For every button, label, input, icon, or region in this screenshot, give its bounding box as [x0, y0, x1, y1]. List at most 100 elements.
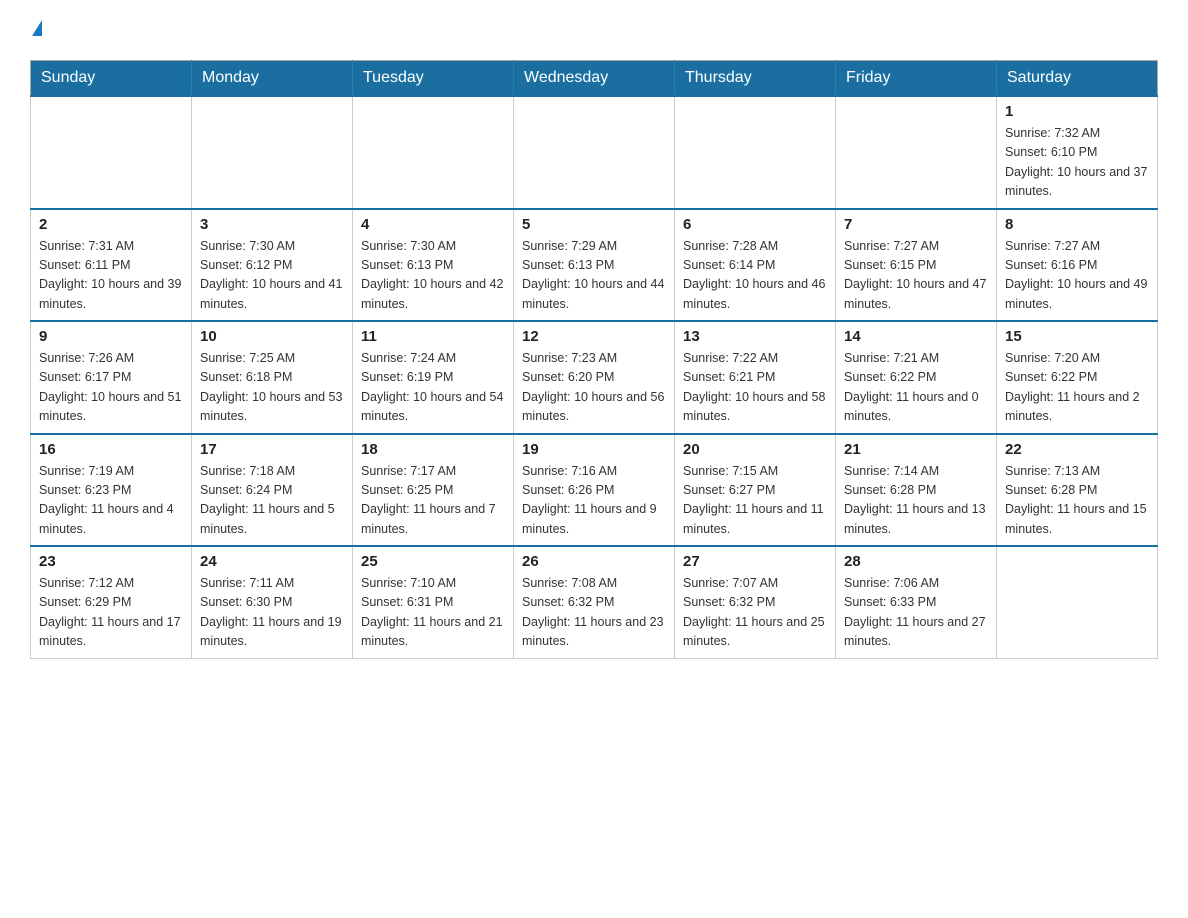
day-number: 11 — [361, 328, 505, 345]
day-info: Sunrise: 7:18 AM Sunset: 6:24 PM Dayligh… — [200, 462, 344, 540]
day-number: 28 — [844, 553, 988, 570]
day-number: 6 — [683, 216, 827, 233]
day-number: 20 — [683, 441, 827, 458]
day-info: Sunrise: 7:12 AM Sunset: 6:29 PM Dayligh… — [39, 574, 183, 652]
calendar-week-row: 9 Sunrise: 7:26 AM Sunset: 6:17 PM Daylig… — [31, 321, 1158, 434]
calendar-cell: 3 Sunrise: 7:30 AM Sunset: 6:12 PM Daylig… — [192, 209, 353, 322]
calendar-cell: 25 Sunrise: 7:10 AM Sunset: 6:31 PM Dayli… — [353, 546, 514, 658]
calendar-week-row: 1 Sunrise: 7:32 AM Sunset: 6:10 PM Daylig… — [31, 96, 1158, 209]
day-info: Sunrise: 7:23 AM Sunset: 6:20 PM Dayligh… — [522, 349, 666, 427]
day-number: 9 — [39, 328, 183, 345]
day-number: 3 — [200, 216, 344, 233]
calendar-header: SundayMondayTuesdayWednesdayThursdayFrid… — [31, 61, 1158, 97]
calendar-cell: 1 Sunrise: 7:32 AM Sunset: 6:10 PM Daylig… — [997, 96, 1158, 209]
weekday-header-thursday: Thursday — [675, 61, 836, 97]
day-number: 14 — [844, 328, 988, 345]
calendar-cell: 24 Sunrise: 7:11 AM Sunset: 6:30 PM Dayli… — [192, 546, 353, 658]
calendar-cell — [836, 96, 997, 209]
calendar-cell: 10 Sunrise: 7:25 AM Sunset: 6:18 PM Dayli… — [192, 321, 353, 434]
calendar-cell: 9 Sunrise: 7:26 AM Sunset: 6:17 PM Daylig… — [31, 321, 192, 434]
page-header — [30, 20, 1158, 40]
calendar-cell: 20 Sunrise: 7:15 AM Sunset: 6:27 PM Dayli… — [675, 434, 836, 547]
day-info: Sunrise: 7:22 AM Sunset: 6:21 PM Dayligh… — [683, 349, 827, 427]
calendar-cell: 23 Sunrise: 7:12 AM Sunset: 6:29 PM Dayli… — [31, 546, 192, 658]
calendar-cell: 16 Sunrise: 7:19 AM Sunset: 6:23 PM Dayli… — [31, 434, 192, 547]
day-number: 2 — [39, 216, 183, 233]
day-number: 21 — [844, 441, 988, 458]
weekday-header-saturday: Saturday — [997, 61, 1158, 97]
day-info: Sunrise: 7:19 AM Sunset: 6:23 PM Dayligh… — [39, 462, 183, 540]
calendar-cell: 5Sunrise: 7:29 AM Sunset: 6:13 PM Daylig… — [514, 209, 675, 322]
day-info: Sunrise: 7:13 AM Sunset: 6:28 PM Dayligh… — [1005, 462, 1149, 540]
weekday-header-wednesday: Wednesday — [514, 61, 675, 97]
day-number: 16 — [39, 441, 183, 458]
calendar-cell: 28 Sunrise: 7:06 AM Sunset: 6:33 PM Dayli… — [836, 546, 997, 658]
day-info: Sunrise: 7:27 AM Sunset: 6:16 PM Dayligh… — [1005, 237, 1149, 315]
day-info: Sunrise: 7:24 AM Sunset: 6:19 PM Dayligh… — [361, 349, 505, 427]
calendar-cell: 18 Sunrise: 7:17 AM Sunset: 6:25 PM Dayli… — [353, 434, 514, 547]
calendar-cell — [675, 96, 836, 209]
day-number: 8 — [1005, 216, 1149, 233]
day-info: Sunrise: 7:28 AM Sunset: 6:14 PM Dayligh… — [683, 237, 827, 315]
calendar-body: 1 Sunrise: 7:32 AM Sunset: 6:10 PM Daylig… — [31, 96, 1158, 658]
day-number: 7 — [844, 216, 988, 233]
day-info: Sunrise: 7:15 AM Sunset: 6:27 PM Dayligh… — [683, 462, 827, 540]
day-number: 15 — [1005, 328, 1149, 345]
day-info: Sunrise: 7:11 AM Sunset: 6:30 PM Dayligh… — [200, 574, 344, 652]
day-info: Sunrise: 7:17 AM Sunset: 6:25 PM Dayligh… — [361, 462, 505, 540]
calendar-week-row: 23 Sunrise: 7:12 AM Sunset: 6:29 PM Dayli… — [31, 546, 1158, 658]
day-number: 26 — [522, 553, 666, 570]
logo — [30, 20, 42, 40]
calendar-cell: 7 Sunrise: 7:27 AM Sunset: 6:15 PM Daylig… — [836, 209, 997, 322]
calendar-cell — [31, 96, 192, 209]
calendar-cell: 19Sunrise: 7:16 AM Sunset: 6:26 PM Dayli… — [514, 434, 675, 547]
calendar-cell — [514, 96, 675, 209]
calendar-cell: 6 Sunrise: 7:28 AM Sunset: 6:14 PM Daylig… — [675, 209, 836, 322]
day-number: 27 — [683, 553, 827, 570]
day-number: 4 — [361, 216, 505, 233]
day-info: Sunrise: 7:27 AM Sunset: 6:15 PM Dayligh… — [844, 237, 988, 315]
day-number: 24 — [200, 553, 344, 570]
day-info: Sunrise: 7:20 AM Sunset: 6:22 PM Dayligh… — [1005, 349, 1149, 427]
day-number: 23 — [39, 553, 183, 570]
day-info: Sunrise: 7:07 AM Sunset: 6:32 PM Dayligh… — [683, 574, 827, 652]
day-number: 10 — [200, 328, 344, 345]
calendar-cell — [997, 546, 1158, 658]
weekday-header-monday: Monday — [192, 61, 353, 97]
calendar-cell: 11 Sunrise: 7:24 AM Sunset: 6:19 PM Dayli… — [353, 321, 514, 434]
day-info: Sunrise: 7:10 AM Sunset: 6:31 PM Dayligh… — [361, 574, 505, 652]
day-info: Sunrise: 7:06 AM Sunset: 6:33 PM Dayligh… — [844, 574, 988, 652]
day-info: Sunrise: 7:21 AM Sunset: 6:22 PM Dayligh… — [844, 349, 988, 427]
calendar-cell: 4 Sunrise: 7:30 AM Sunset: 6:13 PM Daylig… — [353, 209, 514, 322]
calendar-cell: 2 Sunrise: 7:31 AM Sunset: 6:11 PM Daylig… — [31, 209, 192, 322]
weekday-header-sunday: Sunday — [31, 61, 192, 97]
day-number: 18 — [361, 441, 505, 458]
day-info: Sunrise: 7:26 AM Sunset: 6:17 PM Dayligh… — [39, 349, 183, 427]
calendar-cell: 21Sunrise: 7:14 AM Sunset: 6:28 PM Dayli… — [836, 434, 997, 547]
calendar-cell: 26 Sunrise: 7:08 AM Sunset: 6:32 PM Dayli… — [514, 546, 675, 658]
calendar-cell: 27 Sunrise: 7:07 AM Sunset: 6:32 PM Dayli… — [675, 546, 836, 658]
calendar-cell: 22Sunrise: 7:13 AM Sunset: 6:28 PM Dayli… — [997, 434, 1158, 547]
calendar-table: SundayMondayTuesdayWednesdayThursdayFrid… — [30, 60, 1158, 659]
calendar-cell: 13 Sunrise: 7:22 AM Sunset: 6:21 PM Dayli… — [675, 321, 836, 434]
day-number: 17 — [200, 441, 344, 458]
calendar-cell — [353, 96, 514, 209]
day-info: Sunrise: 7:30 AM Sunset: 6:12 PM Dayligh… — [200, 237, 344, 315]
day-info: Sunrise: 7:25 AM Sunset: 6:18 PM Dayligh… — [200, 349, 344, 427]
day-number: 25 — [361, 553, 505, 570]
calendar-cell: 12Sunrise: 7:23 AM Sunset: 6:20 PM Dayli… — [514, 321, 675, 434]
calendar-cell: 8 Sunrise: 7:27 AM Sunset: 6:16 PM Daylig… — [997, 209, 1158, 322]
day-info: Sunrise: 7:30 AM Sunset: 6:13 PM Dayligh… — [361, 237, 505, 315]
day-info: Sunrise: 7:32 AM Sunset: 6:10 PM Dayligh… — [1005, 124, 1149, 202]
day-number: 1 — [1005, 103, 1149, 120]
calendar-cell: 17 Sunrise: 7:18 AM Sunset: 6:24 PM Dayli… — [192, 434, 353, 547]
day-info: Sunrise: 7:31 AM Sunset: 6:11 PM Dayligh… — [39, 237, 183, 315]
logo-triangle-icon — [32, 20, 42, 36]
calendar-week-row: 2 Sunrise: 7:31 AM Sunset: 6:11 PM Daylig… — [31, 209, 1158, 322]
day-info: Sunrise: 7:08 AM Sunset: 6:32 PM Dayligh… — [522, 574, 666, 652]
calendar-cell: 14 Sunrise: 7:21 AM Sunset: 6:22 PM Dayli… — [836, 321, 997, 434]
calendar-cell: 15 Sunrise: 7:20 AM Sunset: 6:22 PM Dayli… — [997, 321, 1158, 434]
logo-text — [30, 20, 42, 40]
calendar-week-row: 16 Sunrise: 7:19 AM Sunset: 6:23 PM Dayli… — [31, 434, 1158, 547]
day-number: 13 — [683, 328, 827, 345]
